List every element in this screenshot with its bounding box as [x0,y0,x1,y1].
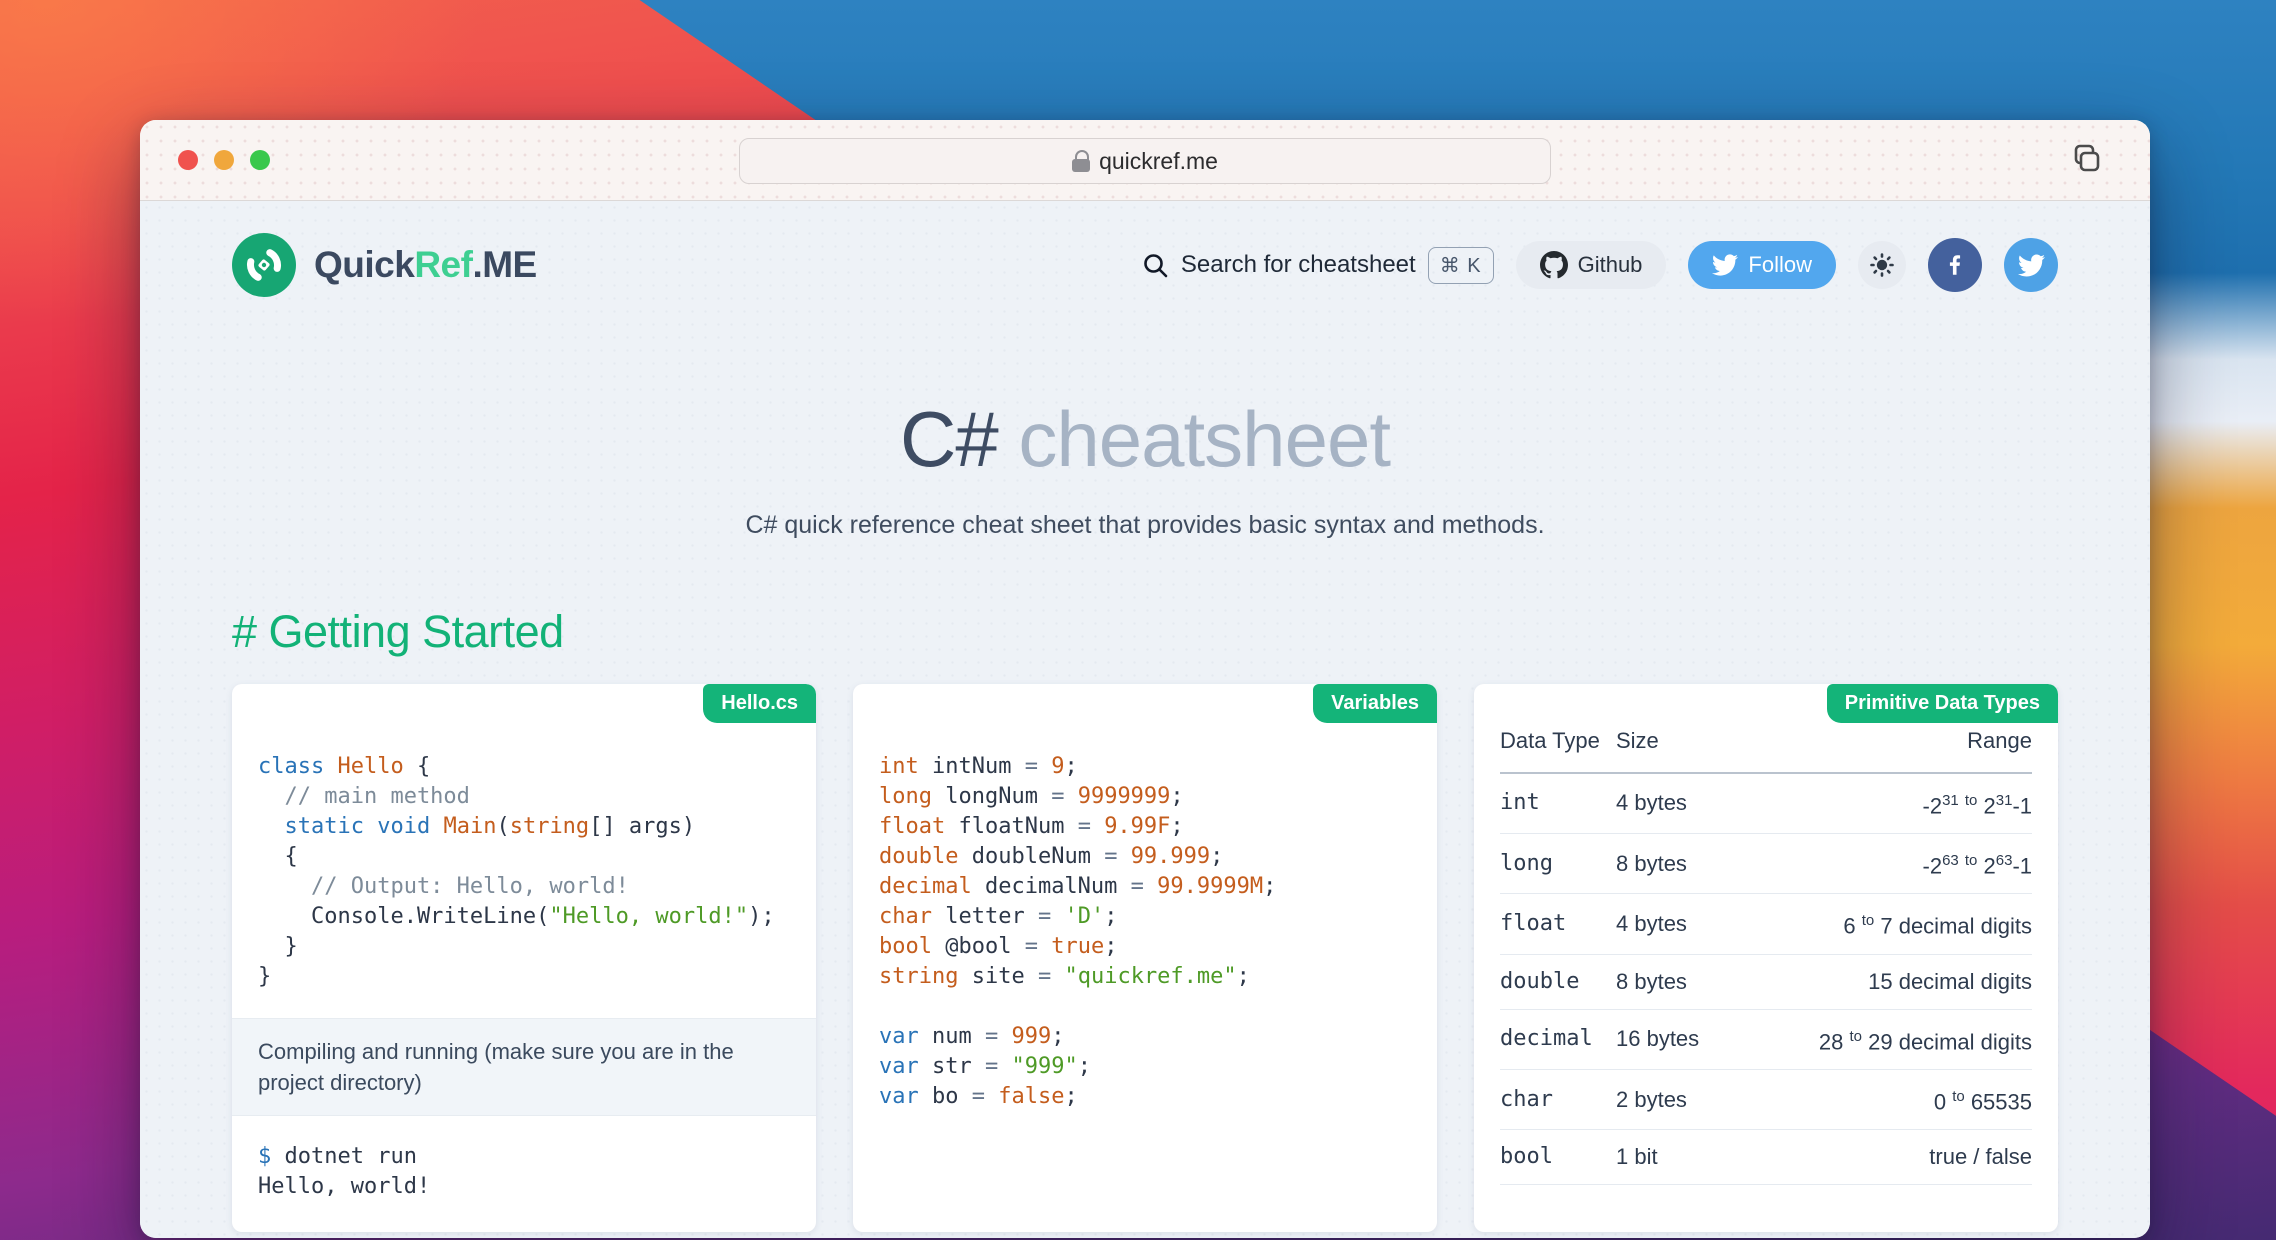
brand-quick: Quick [314,244,415,285]
data-type-cell: decimal [1500,1009,1616,1071]
brand-wordmark[interactable]: QuickRef.ME [314,244,537,286]
table-row: long 8 bytes -263 to 263-1 [1500,833,2032,895]
table-row: decimal 16 bytes 28 to 29 decimal digits [1500,1009,2032,1071]
header-actions: Search for cheatsheet ⌘ K Github Follow [1142,238,2058,292]
page-title-primary: C# [899,395,999,483]
github-button[interactable]: Github [1515,241,1667,289]
section-heading-getting-started: # Getting Started [232,605,564,657]
range-cell: -263 to 263-1 [1801,833,2032,895]
zoom-window-button[interactable] [250,150,270,170]
data-types-table-body: int 4 bytes -231 to 231-1 long 8 bytes -263 t… [1500,772,2032,1210]
table-row: double 8 bytes 15 decimal digits [1500,954,2032,1010]
data-type-cell: float [1500,893,1616,955]
range-cell: 28 to 29 decimal digits [1801,1009,2032,1071]
code-block-hello: class Hello { // main method static void… [258,753,775,989]
col-header-data-type: Data Type [1500,683,1616,774]
twitter-share-button[interactable] [2004,238,2058,292]
hero: C# cheatsheet C# quick reference cheat s… [232,395,2058,540]
github-label: Github [1577,252,1643,277]
page-title: C# cheatsheet [232,395,2058,483]
size-cell: 8 bytes [1616,833,1801,895]
card-note: Compiling and running (make sure you are… [232,1017,816,1116]
data-type-cell [1500,1185,1616,1210]
follow-label: Follow [1748,252,1812,277]
twitter-icon [2017,254,2045,276]
size-cell: 16 bytes [1616,1009,1801,1071]
range-cell: 6 to 7 decimal digits [1801,893,2032,955]
page-content: QuickRef.ME Search for cheatsheet ⌘ K Gi… [140,201,2150,1238]
minimize-window-button[interactable] [214,150,234,170]
code-block-shell: $ dotnet run Hello, world! [258,1143,431,1199]
card-variables: Variables int intNum = 9; long longNum = … [853,683,1437,1232]
data-type-cell: int [1500,772,1616,835]
quickref-logo-icon [247,249,281,281]
data-types-table-wrap: Data Type Size Range int 4 bytes -231 to 2… [1474,683,2058,1210]
range-cell: 15 decimal digits [1801,954,2032,1010]
site-header: QuickRef.ME Search for cheatsheet ⌘ K Gi… [232,201,2058,297]
brand-me: .ME [472,244,537,285]
col-header-size: Size [1616,683,1801,774]
size-cell: 4 bytes [1616,893,1801,955]
lock-icon [1072,150,1091,172]
size-cell: 2 bytes [1616,1069,1801,1131]
twitter-follow-button[interactable]: Follow [1688,241,1836,289]
card-badge: Variables [1313,683,1437,723]
brand-ref: Ref [414,244,473,285]
range-cell: true / false [1801,1129,2032,1186]
table-row: char 2 bytes 0 to 65535 [1500,1069,2032,1131]
copy-icon [2074,144,2100,172]
range-cell: -231 to 231-1 [1801,772,2032,835]
browser-window: quickref.me QuickRef.ME Search for cheat… [140,120,2150,1238]
size-cell: 4 bytes [1616,772,1801,835]
window-controls [178,150,270,170]
range-cell [1801,1185,2032,1210]
table-row [1500,1185,2032,1210]
table-row: bool 1 bit true / false [1500,1129,2032,1186]
search-shortcut-kbd: ⌘ K [1427,246,1494,284]
browser-titlebar: quickref.me [140,120,2150,201]
table-row: int 4 bytes -231 to 231-1 [1500,772,2032,835]
close-window-button[interactable] [178,150,198,170]
github-icon [1539,251,1568,279]
data-type-cell: long [1500,833,1616,895]
data-type-cell: double [1500,954,1616,1010]
size-cell [1616,1185,1801,1210]
page-subtitle: C# quick reference cheat sheet that prov… [745,510,1545,539]
card-primitive-data-types: Primitive Data Types Data Type Size Rang… [1474,683,2058,1232]
card-badge: Hello.cs [703,683,816,723]
search-icon [1144,253,1168,277]
code-block-variables: int intNum = 9; long longNum = 9999999; fl… [879,753,1277,1109]
copy-tabs-button[interactable] [2068,142,2104,178]
data-type-cell: char [1500,1069,1616,1131]
size-cell: 8 bytes [1616,954,1801,1010]
search-trigger[interactable]: Search for cheatsheet ⌘ K [1142,246,1494,284]
sun-icon [1870,253,1894,277]
data-type-cell: bool [1500,1129,1616,1186]
cards-grid: Hello.cs class Hello { // main method st… [232,683,2058,1232]
theme-toggle-button[interactable] [1858,241,1906,289]
data-types-table: Data Type Size Range int 4 bytes -231 to 2… [1500,683,2032,1210]
card-hello-cs: Hello.cs class Hello { // main method st… [232,683,816,1232]
address-bar[interactable]: quickref.me [739,138,1551,184]
quickref-logo[interactable] [232,233,296,297]
facebook-icon [1949,255,1961,275]
twitter-bird-icon [1712,254,1739,276]
page-title-secondary: cheatsheet [997,395,1391,483]
search-label: Search for cheatsheet [1180,251,1416,278]
facebook-share-button[interactable] [1928,238,1982,292]
desktop: { "browser": { "url": "quickref.me" }, "… [0,0,2276,1240]
range-cell: 0 to 65535 [1801,1069,2032,1131]
size-cell: 1 bit [1616,1129,1801,1186]
url-text: quickref.me [1099,147,1218,174]
table-row: float 4 bytes 6 to 7 decimal digits [1500,893,2032,955]
card-badge: Primitive Data Types [1826,683,2058,723]
